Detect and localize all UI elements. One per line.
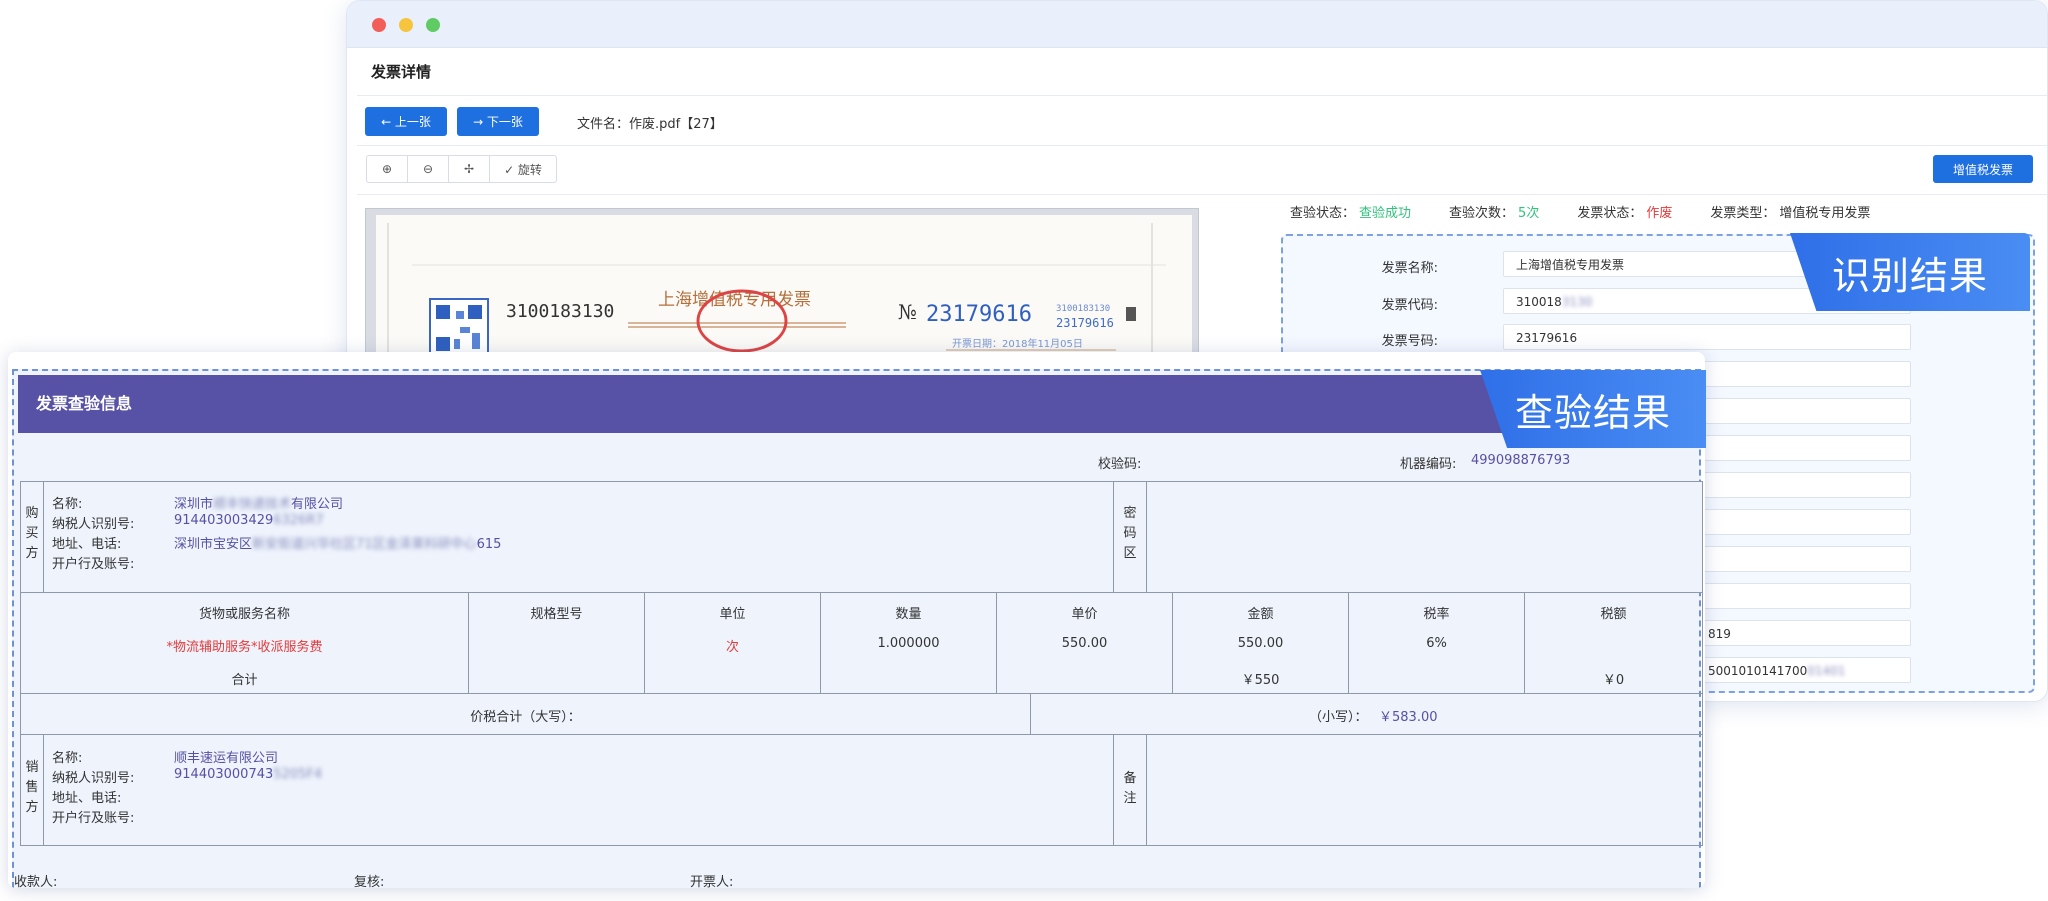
check-result-frame: 发票查验信息 校验码: 机器编码: 499098876793 购买方 名称: 深… — [12, 369, 1703, 888]
check-count-label: 查验次数： — [1449, 206, 1515, 221]
cipher-label: 密码区 — [1123, 506, 1137, 561]
invoice-state-label: 发票状态： — [1577, 206, 1643, 221]
page-title: 发票详情 — [371, 63, 432, 81]
prev-button[interactable]: ← 上一张 — [365, 107, 447, 136]
file-name-label: 文件名：作废.pdf【27】 — [577, 117, 723, 132]
col-header-name: 货物或服务名称 — [198, 607, 290, 622]
ocr-field-invoice-number[interactable]: 23179616 — [1503, 324, 1911, 350]
next-button[interactable]: → 下一张 — [457, 107, 539, 136]
move-icon[interactable]: ✢ — [449, 156, 490, 182]
close-window-button[interactable] — [372, 18, 386, 32]
check-status-bar: 查验状态： 查验成功 查验次数： 5次 发票状态： 作废 发票类型： 增值税专用… — [1290, 202, 1874, 221]
minimize-window-button[interactable] — [399, 18, 413, 32]
item-amount: 550.00 — [1237, 636, 1284, 651]
seller-name-label: 名称: — [52, 751, 83, 766]
ocr-result-ribbon: 识别结果 — [1790, 233, 2030, 311]
check-state-value: 查验成功 — [1359, 206, 1412, 221]
col-header-tax: 税额 — [1600, 607, 1627, 622]
invoice-type-label: 发票类型： — [1710, 206, 1776, 221]
reviewer-label: 复核: — [354, 875, 385, 888]
scan-small-code: 3100183130 — [1056, 304, 1110, 314]
col-header-amount: 金额 — [1247, 607, 1274, 622]
buyer-bank-label: 开户行及账号: — [52, 557, 135, 572]
scan-invoice-title: 上海增值税专用发票 — [658, 290, 811, 310]
divider — [357, 95, 2047, 96]
divider — [357, 145, 2047, 146]
divider — [357, 194, 2047, 195]
item-unit: 次 — [725, 640, 739, 655]
ocr-label: 发票名称: — [1381, 261, 1438, 276]
sum-lowercase-value: ￥583.00 — [1379, 710, 1438, 725]
col-header-unit: 单位 — [719, 607, 746, 622]
col-header-rate: 税率 — [1423, 607, 1450, 622]
check-state-label: 查验状态： — [1290, 206, 1356, 221]
buyer-address-value: 深圳市宝安区新安街道兴华社区71区金泽莱科研中心615 — [174, 537, 502, 552]
machine-code-value: 499098876793 — [1471, 453, 1571, 468]
sum-uppercase-label: 价税合计（大写）： — [470, 710, 581, 725]
buyer-name-label: 名称: — [52, 497, 83, 512]
viewer-toolbar: ⊕ ⊖ ✢ ✓ 旋转 — [366, 155, 557, 183]
buyer-address-label: 地址、电话: — [52, 537, 122, 552]
payee-label: 收款人: — [14, 875, 58, 888]
seller-bank-label: 开户行及账号: — [52, 811, 135, 826]
buyer-name-value: 深圳市顺丰快递技术有限公司 — [174, 497, 344, 512]
buyer-tax-label: 纳税人识别号: — [52, 517, 135, 532]
check-result-ribbon: 查验结果 — [1480, 370, 1706, 448]
seller-tax-value: 9144030007435205F4 — [174, 767, 323, 782]
buyer-side-label: 购买方 — [25, 506, 39, 561]
col-header-price: 单价 — [1071, 607, 1098, 622]
invoice-type-value: 增值税专用发票 — [1779, 206, 1871, 221]
verify-code-label: 校验码: — [1098, 457, 1142, 472]
scan-invoice-number: 23179616 — [926, 302, 1032, 327]
total-tax: ￥0 — [1602, 673, 1625, 688]
sum-lowercase-label: （小写）： — [1309, 710, 1368, 725]
scan-small-number: 23179616 — [1056, 316, 1114, 330]
window-titlebar — [347, 1, 2047, 48]
maximize-window-button[interactable] — [426, 18, 440, 32]
remark-label: 备注 — [1123, 771, 1137, 806]
invoice-scan-image: 3100183130 上海增值税专用发票 № 23179616 31001831… — [365, 208, 1199, 360]
total-amount: ￥550 — [1241, 673, 1280, 688]
item-name: *物流辅助服务*收派服务费 — [166, 640, 323, 655]
invoice-state-value: 作废 — [1646, 206, 1673, 221]
ocr-row-invoice-number: 发票号码: 23179616 — [1283, 322, 2033, 352]
col-header-qty: 数量 — [895, 607, 922, 622]
total-label: 合计 — [231, 673, 258, 688]
machine-code-label: 机器编码: — [1400, 457, 1457, 472]
check-result-header: 发票查验信息 — [18, 375, 1699, 433]
zoom-in-icon[interactable]: ⊕ — [367, 156, 408, 182]
invoice-scan-drawing: 3100183130 上海增值税专用发票 № 23179616 31001831… — [387, 223, 1166, 359]
check-count-value: 5次 — [1518, 206, 1540, 221]
item-rate: 6% — [1426, 636, 1447, 651]
rotate-button[interactable]: ✓ 旋转 — [490, 156, 556, 182]
scan-no-prefix: № — [898, 300, 917, 324]
seller-tax-label: 纳税人识别号: — [52, 771, 135, 786]
seller-address-label: 地址、电话: — [52, 791, 122, 806]
scan-issue-date: 开票日期：2018年11月05日 — [952, 337, 1083, 350]
col-header-spec: 规格型号 — [530, 607, 583, 622]
qr-code-icon — [429, 298, 489, 358]
vat-invoice-button[interactable]: 增值税发票 — [1933, 155, 2033, 183]
item-qty: 1.000000 — [877, 636, 940, 651]
drawer-label: 开票人: — [690, 875, 734, 888]
seller-side-label: 销售方 — [25, 760, 39, 815]
seller-name-value: 顺丰速运有限公司 — [174, 751, 279, 766]
item-price: 550.00 — [1061, 636, 1108, 651]
check-result-card: 发票查验信息 校验码: 机器编码: 499098876793 购买方 名称: 深… — [8, 352, 1705, 888]
ocr-label: 发票代码: — [1381, 298, 1438, 313]
zoom-out-icon[interactable]: ⊖ — [408, 156, 449, 182]
scan-invoice-code: 3100183130 — [506, 301, 614, 322]
buyer-tax-value: 9144030034296326R7 — [174, 513, 324, 528]
ocr-label: 发票号码: — [1381, 334, 1438, 349]
